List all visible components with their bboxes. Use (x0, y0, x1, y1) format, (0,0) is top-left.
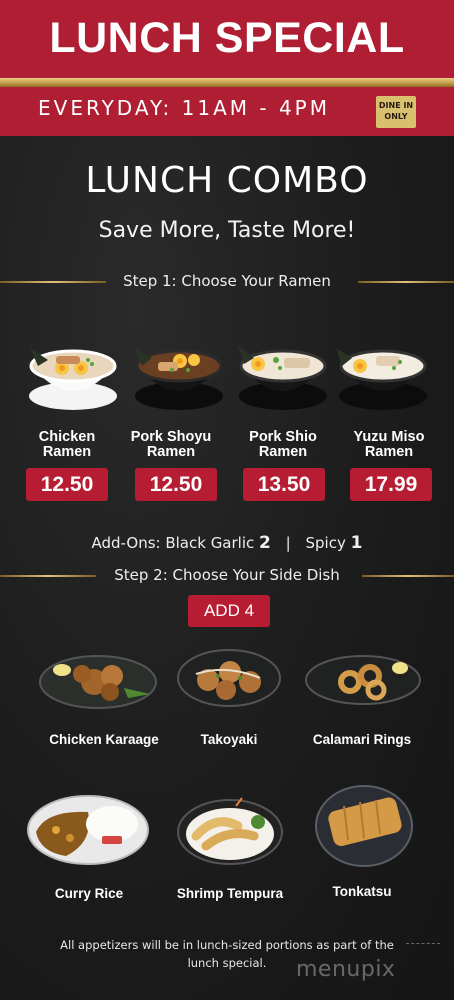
step-divider-right (358, 281, 454, 283)
ramen-name-line: Ramen (258, 444, 308, 460)
ramen-name-line: Pork Shoyu (130, 429, 212, 445)
add-side-price-badge: ADD 4 (188, 595, 270, 627)
side-name-tonkatsu: Tonkatsu (332, 884, 392, 899)
combo-subtitle: Save More, Taste More! (98, 218, 356, 243)
curry-rice-image (27, 795, 149, 865)
step1-heading: Step 1: Choose Your Ramen (0, 272, 454, 292)
pork-shoyu-ramen-image (134, 348, 223, 410)
chicken-karaage-image (39, 655, 157, 709)
addons-label: Add-Ons: Black Garlic (91, 534, 255, 552)
price-chicken-ramen: 12.50 (26, 468, 108, 501)
addons-line: Add-Ons: Black Garlic 2 | Spicy 1 (0, 533, 454, 553)
step2-heading: Step 2: Choose Your Side Dish (0, 566, 454, 586)
ramen-name-line: Chicken (38, 429, 96, 445)
watermark-line (406, 943, 440, 944)
ramen-name-line: Ramen (42, 444, 92, 460)
side-name-shrimp-tempura: Shrimp Tempura (176, 886, 284, 901)
shrimp-tempura-image (177, 797, 283, 865)
ramen-name-line: Ramen (146, 444, 196, 460)
step-divider-right (362, 575, 454, 577)
ramen-name-pork-shio: Pork Shio Ramen (228, 430, 338, 460)
hours-text: EVERYDAY: 11AM - 4PM (38, 96, 330, 120)
ramen-name-line: Yuzu Miso (353, 429, 425, 445)
side-name-chicken-karaage: Chicken Karaage (49, 732, 159, 747)
price-pork-shoyu-ramen: 12.50 (135, 468, 217, 501)
yuzu-miso-ramen-image (336, 348, 427, 410)
addons-divider: | (285, 534, 291, 552)
gold-divider (0, 78, 454, 87)
side-name-takoyaki: Takoyaki (200, 732, 258, 747)
badge-line-1: DINE IN (378, 101, 414, 110)
badge-line-2: ONLY (384, 112, 408, 121)
side-name-curry-rice: Curry Rice (54, 886, 124, 901)
pork-shio-ramen-image (238, 346, 327, 410)
ramen-name-line: Ramen (364, 444, 414, 460)
ramen-name-chicken: Chicken Ramen (12, 430, 122, 460)
chicken-ramen-image (29, 348, 117, 410)
black-garlic-price: 2 (259, 533, 271, 553)
price-yuzu-miso-ramen: 17.99 (350, 468, 432, 501)
calamari-rings-image (305, 655, 421, 705)
menupix-watermark: menupix (296, 957, 396, 982)
page-title: LUNCH SPECIAL (49, 14, 405, 62)
ramen-name-pork-shoyu: Pork Shoyu Ramen (116, 430, 226, 460)
combo-title: LUNCH COMBO (85, 160, 369, 201)
side-name-calamari-rings: Calamari Rings (312, 732, 412, 747)
spicy-label: Spicy (305, 534, 346, 552)
ramen-name-line: Pork Shio (249, 429, 317, 445)
dine-in-badge: DINE IN ONLY (376, 96, 416, 128)
tonkatsu-image (315, 785, 413, 867)
price-pork-shio-ramen: 13.50 (243, 468, 325, 501)
header-banner: LUNCH SPECIAL EVERYDAY: 11AM - 4PM DINE … (0, 0, 454, 136)
ramen-name-yuzu-miso: Yuzu Miso Ramen (334, 430, 444, 460)
takoyaki-image (177, 649, 281, 707)
spicy-price: 1 (350, 533, 363, 553)
footnote-line-1: All appetizers will be in lunch-sized po… (60, 938, 394, 952)
